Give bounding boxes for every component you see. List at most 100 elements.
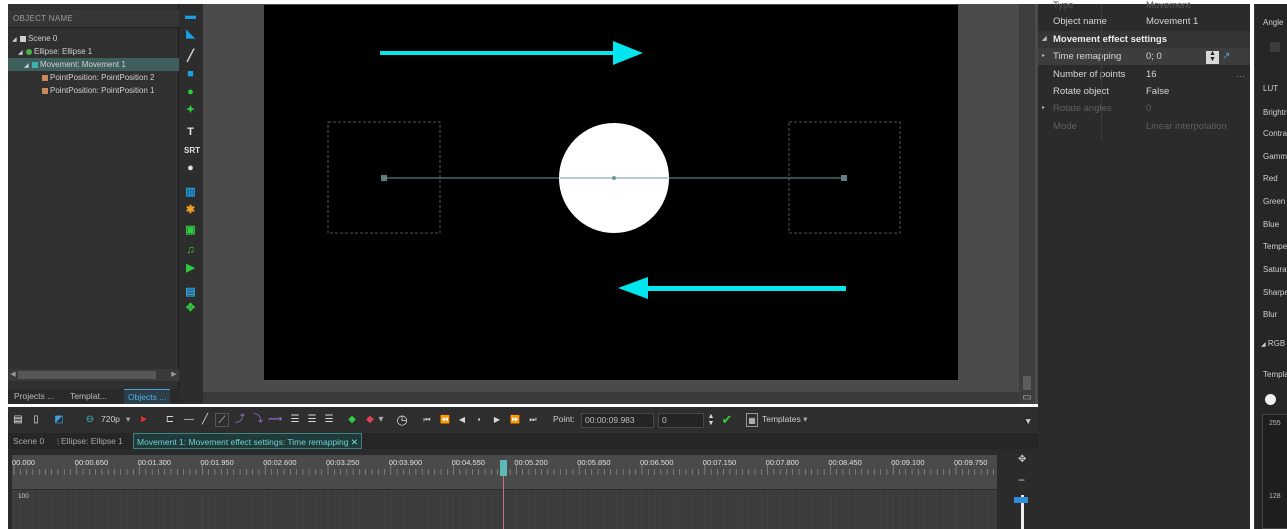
point-time-field[interactable]: 00:00:09.983 <box>581 413 654 428</box>
apply-checkmark-icon[interactable]: ✔ <box>720 413 734 427</box>
fast-forward-icon[interactable]: ⏩ <box>508 413 522 427</box>
collapse-icon[interactable]: ◢ <box>1261 342 1266 348</box>
prev-frame-icon[interactable]: ◀ <box>456 413 468 427</box>
prop-value[interactable]: Movement 1 <box>1146 13 1198 30</box>
point-value-field[interactable]: 0 <box>658 413 704 428</box>
align-center-icon[interactable]: ☰ <box>305 413 319 427</box>
callout-tool-icon[interactable]: ◣ <box>184 28 197 41</box>
stop-icon[interactable]: ▪ <box>473 413 485 427</box>
align-right-icon[interactable]: ☰ <box>322 413 336 427</box>
time-remap-spinner[interactable]: ▲ ▼ <box>1206 50 1219 64</box>
chart-tool-icon[interactable]: ▥ <box>184 186 197 199</box>
breadcrumb-ellipse[interactable]: Ellipse: Ellipse 1 <box>61 433 123 449</box>
toolbar-overflow-icon[interactable]: ▼ <box>1024 416 1032 426</box>
align-left-icon[interactable]: ⊏ <box>163 413 177 427</box>
ease-out-icon[interactable]: ⤵ <box>251 413 265 427</box>
clock-icon[interactable]: ◷ <box>394 413 410 427</box>
templates-dropdown[interactable]: Templates ▾ <box>762 414 807 425</box>
ellipsis-icon[interactable]: … <box>1236 66 1246 83</box>
record-icon[interactable]: ► <box>138 413 150 427</box>
ease-in-out-icon[interactable]: ⟿ <box>268 413 282 427</box>
tab-objects[interactable]: Objects ... <box>124 389 171 404</box>
linear-curve-icon[interactable]: ╱ <box>198 413 212 427</box>
close-icon[interactable]: ✕ <box>351 437 358 447</box>
prop-value[interactable]: False <box>1146 83 1169 100</box>
prop-value[interactable]: 0; 0 <box>1146 48 1162 65</box>
scroll-right-icon[interactable]: ▶ <box>169 369 179 381</box>
scene-canvas[interactable] <box>264 5 958 380</box>
remove-keyframe-icon[interactable]: ◆ <box>364 413 376 427</box>
rgb-curve-graph[interactable]: 255 128 <box>1262 414 1287 529</box>
scrollbar-thumb[interactable] <box>1023 376 1031 390</box>
shape-tool-icon[interactable]: ✦ <box>184 104 197 117</box>
tree-item-point-1[interactable]: PointPosition: PointPosition 1 <box>42 84 155 97</box>
zoom-slider-thumb[interactable] <box>1014 497 1028 503</box>
align-left-text-icon[interactable]: ☰ <box>288 413 302 427</box>
fit-view-icon[interactable]: ▭ <box>1019 391 1035 404</box>
animation-tool-icon[interactable]: ✱ <box>184 204 197 217</box>
rewind-icon[interactable]: ⏪ <box>438 413 452 427</box>
new-scene-icon[interactable]: ▯ <box>30 413 42 427</box>
prop-row-number-of-points[interactable]: Number of points 16 … <box>1038 66 1250 83</box>
value-spinner-icon[interactable]: ▲ ▼ <box>706 413 716 427</box>
tab-templates[interactable]: Templat... <box>66 389 111 404</box>
move-tool-icon[interactable]: ✥ <box>184 302 197 315</box>
text-box-tool-icon[interactable]: ▬ <box>184 10 197 23</box>
line-curve-icon[interactable]: — <box>182 413 196 427</box>
ease-in-icon[interactable]: ⤴ <box>233 413 247 427</box>
template-radio[interactable] <box>1265 394 1276 405</box>
ease-curve-icon[interactable]: ⟋ <box>215 413 229 427</box>
ruler-tick-label: 00:02.600 <box>263 458 297 467</box>
link-icon[interactable]: ⊖ <box>84 413 96 427</box>
prop-row-rotate-object[interactable]: Rotate object False <box>1038 83 1250 100</box>
audio-tool-icon[interactable]: ♫ <box>184 244 197 257</box>
add-keyframe-icon[interactable]: ◆ <box>346 413 358 427</box>
green-label: Green <box>1263 197 1286 206</box>
play-icon[interactable]: ▶ <box>491 413 503 427</box>
expand-icon[interactable]: ▸ <box>1042 48 1045 65</box>
tree-item-scene[interactable]: ◢ Scene 0 <box>12 32 57 45</box>
angle-checkbox[interactable] <box>1270 42 1280 52</box>
prop-value[interactable]: 16 <box>1146 66 1157 83</box>
breadcrumb-movement[interactable]: Movement 1: Movement effect settings: Ti… <box>133 433 362 449</box>
time-remap-track[interactable] <box>12 490 1013 529</box>
subtitles-tool-icon[interactable]: SRT <box>184 144 200 157</box>
film-strip-icon[interactable]: ▤ <box>12 413 24 427</box>
rectangle-tool-icon[interactable]: ■ <box>184 68 197 81</box>
rgb-section[interactable]: ◢ RGB <box>1261 339 1287 348</box>
expand-arrow-icon[interactable]: ◢ <box>24 60 32 73</box>
curve-editor-icon[interactable]: ↗ <box>1222 51 1230 62</box>
image-tool-icon[interactable]: ▣ <box>184 224 197 237</box>
playhead-handle[interactable] <box>500 460 507 476</box>
ellipse-tool-icon[interactable]: ● <box>184 86 197 99</box>
tree-item-movement[interactable]: ◢ Movement: Movement 1 <box>8 58 179 71</box>
export-icon[interactable]: ◩ <box>52 413 66 427</box>
breadcrumb-scene[interactable]: Scene 0 <box>13 433 44 449</box>
scrollbar-thumb[interactable] <box>18 371 156 379</box>
tree-item-ellipse[interactable]: ◢ Ellipse: Ellipse 1 <box>18 45 92 58</box>
line-tool-icon[interactable]: ╱ <box>184 50 197 63</box>
go-to-start-icon[interactable]: ⏮ <box>420 413 434 427</box>
collapse-icon[interactable]: ◢ <box>1042 31 1047 48</box>
chevron-down-icon[interactable]: ▾ <box>126 414 130 425</box>
prop-section-movement[interactable]: ◢ Movement effect settings <box>1038 31 1250 48</box>
preview-horizontal-scrollbar[interactable] <box>203 392 1019 404</box>
go-to-end-icon[interactable]: ⏭ <box>526 413 540 427</box>
text-tool-icon[interactable]: T <box>184 126 197 139</box>
templates-icon[interactable]: ▦ <box>746 413 758 427</box>
tree-item-point-2[interactable]: PointPosition: PointPosition 2 <box>42 71 155 84</box>
tab-projects[interactable]: Projects ... <box>10 389 58 404</box>
zoom-in-icon[interactable]: ✥ <box>1018 454 1026 465</box>
equalizer-tool-icon[interactable]: ▤ <box>184 286 197 299</box>
object-tree-header: OBJECT NAME <box>8 10 179 28</box>
resolution-dropdown[interactable]: 720p <box>101 414 120 424</box>
chevron-down-icon[interactable]: ▾ <box>377 413 385 427</box>
preview-vertical-scrollbar[interactable] <box>1019 4 1035 404</box>
scroll-left-icon[interactable]: ◀ <box>8 369 18 381</box>
zoom-out-icon[interactable]: − <box>1018 473 1025 487</box>
chevron-down-icon[interactable]: ▾ <box>803 414 807 424</box>
video-tool-icon[interactable]: ▶ <box>184 262 197 275</box>
speech-bubble-icon[interactable]: ● <box>184 162 197 175</box>
tree-horizontal-scrollbar[interactable]: ◀ ▶ <box>8 369 179 381</box>
prop-row-object-name[interactable]: Object name Movement 1 <box>1038 13 1250 30</box>
